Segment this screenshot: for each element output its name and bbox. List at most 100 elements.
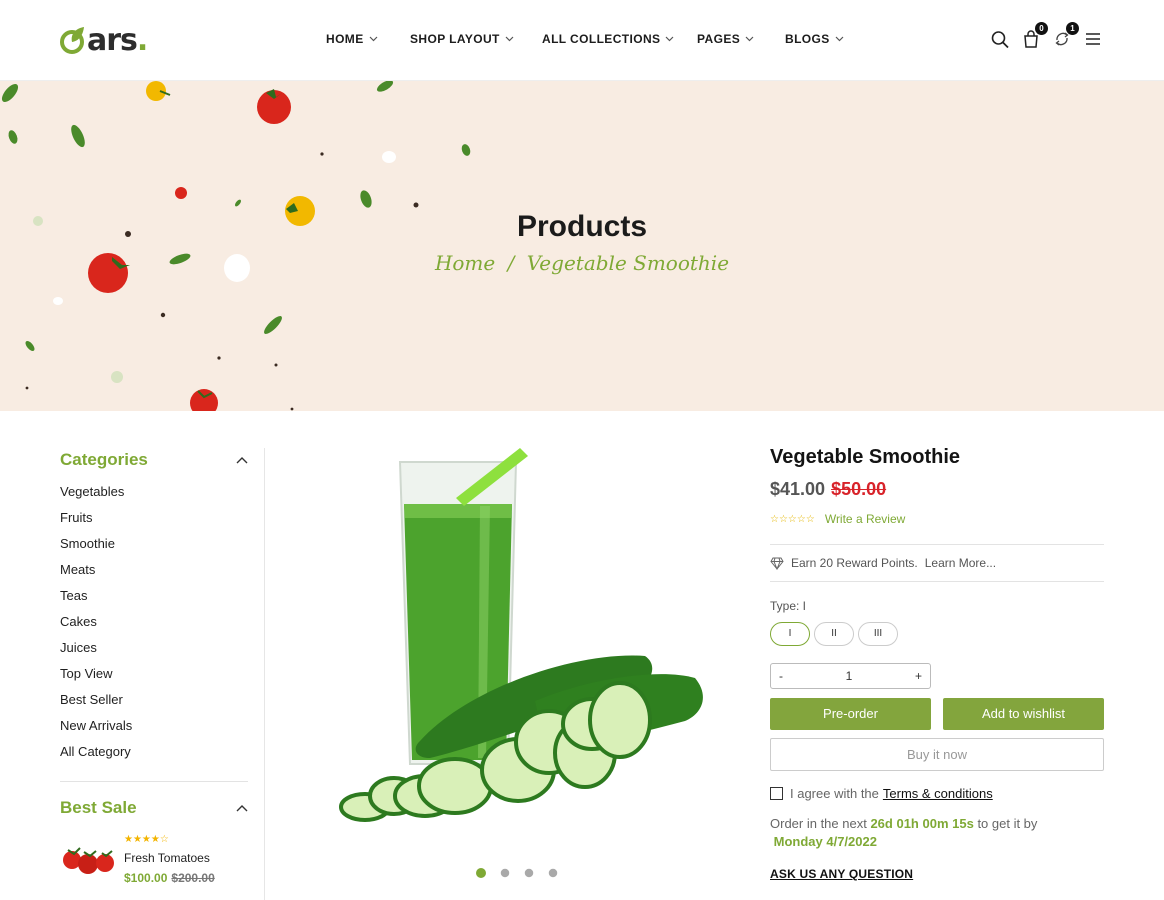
write-review-link[interactable]: Write a Review [825,512,905,526]
compare-icon[interactable]: 1 [1051,22,1079,50]
breadcrumb-home[interactable]: Home [435,251,495,275]
nav-shop-layout[interactable]: SHOP LAYOUT [410,32,542,46]
categories-title: Categories [60,450,148,469]
type-label: Type: I [770,599,807,613]
logo-leaf-icon [60,27,84,54]
product-image[interactable] [330,446,720,836]
action-buttons: Pre-order Add to wishlist [770,698,1104,730]
product-info: Vegetable Smoothie $41.00 $50.00 ☆☆☆☆☆ Wr… [770,446,1104,881]
breadcrumb: Home / Vegetable Smoothie [0,251,1164,275]
type-option-ii[interactable]: II [814,622,854,646]
header-actions: 0 1 [980,22,1104,50]
category-item[interactable]: Top View [60,661,248,687]
chevron-down-icon [745,36,754,42]
chevron-down-icon [369,36,378,42]
type-options: I II III [770,622,1104,646]
terms-agreement: I agree with the Terms & conditions [770,786,1104,801]
categories-header[interactable]: Categories [60,448,248,472]
nav-pages[interactable]: PAGES [697,32,785,46]
countdown-timer: 26d 01h 00m 15s [870,816,974,831]
terms-link[interactable]: Terms & conditions [883,786,993,801]
cart-icon[interactable]: 0 [1020,22,1048,50]
delivery-estimate: Order in the next 26d 01h 00m 15s to get… [770,815,1104,851]
best-sale-price: $100.00 [124,871,168,885]
product-price: $41.00 [770,479,826,499]
category-item[interactable]: Vegetables [60,479,248,505]
cart-count-badge: 0 [1035,22,1048,35]
chevron-down-icon [666,36,674,42]
delivery-date: Monday 4/7/2022 [773,834,877,849]
best-sale-title: Best Sale [60,798,137,817]
chevron-down-icon [835,36,844,42]
rating-stars: ☆☆☆☆☆ [770,513,815,525]
chevron-up-icon[interactable] [236,456,248,464]
carousel-dot[interactable] [524,868,534,878]
tomatoes-thumbnail[interactable] [60,834,118,878]
compare-count-badge: 1 [1066,22,1079,35]
type-option-iii[interactable]: III [858,622,898,646]
terms-checkbox[interactable] [770,787,783,800]
banner-decoration [1,81,471,411]
sidebar: Categories Vegetables Fruits Smoothie Me… [60,448,248,885]
reward-points: Earn 20 Reward Points. Learn More... [770,545,1104,581]
best-sale-header[interactable]: Best Sale [60,796,248,820]
type-option-i[interactable]: I [770,622,810,646]
rating-row: ☆☆☆☆☆ Write a Review [770,512,1104,526]
rating-stars: ★★★★☆ [124,834,169,845]
chevron-up-icon[interactable] [236,804,248,812]
category-item[interactable]: Fruits [60,505,248,531]
best-sale-name[interactable]: Fresh Tomatoes [124,851,215,865]
buy-now-button[interactable]: Buy it now [770,738,1104,771]
search-icon[interactable] [989,28,1011,50]
add-to-wishlist-button[interactable]: Add to wishlist [943,698,1104,730]
sidebar-divider-h [60,781,248,782]
best-sale-old-price: $200.00 [171,871,215,885]
chevron-down-icon [505,36,514,42]
category-item[interactable]: Meats [60,557,248,583]
image-carousel-dots [476,868,572,878]
page-title: Products [516,210,648,243]
main-nav: HOME SHOP LAYOUT ALL COLLECTIONS PAGES B… [326,32,844,46]
qty-input[interactable]: 1 [846,669,853,683]
nav-blogs[interactable]: BLOGS [785,32,844,46]
logo-text: ars. [87,22,148,58]
qty-decrease-button[interactable]: - [779,669,783,683]
category-item[interactable]: Cakes [60,609,248,635]
category-list: Vegetables Fruits Smoothie Meats Teas Ca… [60,479,248,765]
order-prefix: Order in the next [770,816,867,831]
category-item[interactable]: Juices [60,635,248,661]
best-sale-item[interactable]: ★★★★☆ Fresh Tomatoes $100.00 $200.00 [60,834,248,885]
sidebar-divider [264,448,265,900]
category-item[interactable]: Teas [60,583,248,609]
menu-icon[interactable] [1082,28,1104,50]
nav-all-collections[interactable]: ALL COLLECTIONS [542,32,697,46]
product-old-price: $50.00 [831,479,887,499]
carousel-dot[interactable] [476,868,486,878]
carousel-dot[interactable] [548,868,558,878]
best-sale-info: ★★★★☆ Fresh Tomatoes $100.00 $200.00 [124,834,215,885]
preorder-button[interactable]: Pre-order [770,698,931,730]
agree-text: I agree with the [790,786,879,801]
product-prices: $41.00 $50.00 [770,479,1104,500]
logo[interactable]: ars. [60,22,148,58]
ask-question-link[interactable]: ASK US ANY QUESTION [770,867,1104,881]
learn-more-link[interactable]: Learn More... [925,556,996,570]
category-item[interactable]: Best Seller [60,687,248,713]
page-banner: Products Home / Vegetable Smoothie [0,81,1164,411]
category-item[interactable]: Smoothie [60,531,248,557]
breadcrumb-separator: / [507,251,515,275]
quantity-stepper: - 1 + [770,663,931,689]
reward-text: Earn 20 Reward Points. [791,556,918,570]
qty-increase-button[interactable]: + [915,669,922,683]
order-mid: to get it by [977,816,1038,831]
breadcrumb-current: Vegetable Smoothie [526,251,730,275]
category-item[interactable]: All Category [60,739,248,765]
best-sale-prices: $100.00 $200.00 [124,871,215,885]
diamond-icon [770,557,784,570]
category-item[interactable]: New Arrivals [60,713,248,739]
divider [770,581,1104,582]
site-header: ars. HOME SHOP LAYOUT ALL COLLECTIONS PA… [0,0,1164,81]
carousel-dot[interactable] [500,868,510,878]
product-title: Vegetable Smoothie [770,446,961,468]
nav-home[interactable]: HOME [326,32,410,46]
